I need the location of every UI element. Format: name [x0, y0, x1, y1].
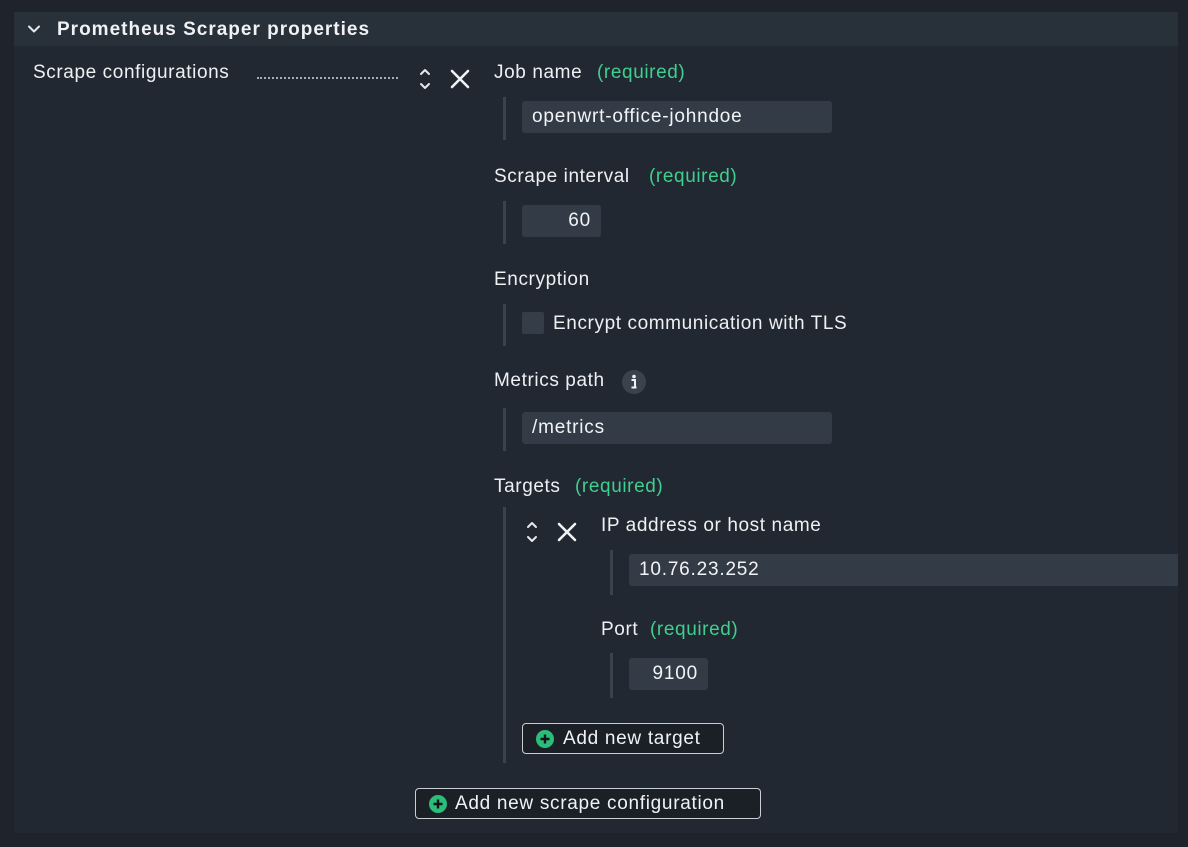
port-label: Port: [601, 619, 639, 640]
host-input[interactable]: 10.76.23.252: [629, 554, 1178, 586]
plus-circle-icon: [429, 795, 447, 813]
indent-line: [503, 201, 506, 244]
targets-required: (required): [575, 476, 664, 497]
close-icon[interactable]: [449, 68, 471, 90]
scrape-interval-input[interactable]: 60: [522, 205, 601, 237]
targets-label: Targets: [494, 476, 561, 497]
indent-line: [503, 304, 506, 346]
port-input[interactable]: 9100: [629, 658, 708, 690]
scrape-configurations-label: Scrape configurations: [33, 62, 230, 83]
plus-circle-icon: [536, 730, 554, 748]
add-new-target-label: Add new target: [563, 728, 701, 749]
metrics-path-label: Metrics path: [494, 370, 605, 391]
chevron-down-icon[interactable]: [26, 21, 42, 37]
tls-checkbox-label[interactable]: Encrypt communication with TLS: [553, 313, 847, 335]
indent-line: [503, 408, 506, 451]
add-new-target-button[interactable]: Add new target: [522, 723, 724, 754]
add-new-scrape-configuration-label: Add new scrape configuration: [455, 793, 725, 814]
port-required: (required): [650, 619, 739, 640]
info-icon[interactable]: [622, 370, 646, 394]
job-name-input[interactable]: openwrt-office-johndoe: [522, 101, 832, 133]
page: Prometheus Scraper properties Scrape con…: [0, 0, 1188, 847]
encryption-label: Encryption: [494, 269, 590, 290]
dotted-leader: [257, 75, 398, 79]
indent-line: [503, 97, 506, 140]
scraper-properties-panel: Prometheus Scraper properties Scrape con…: [14, 12, 1178, 833]
move-icon[interactable]: [417, 66, 433, 92]
panel-title: Prometheus Scraper properties: [57, 19, 371, 40]
job-name-label: Job name: [494, 62, 583, 83]
close-icon[interactable]: [556, 521, 578, 543]
move-icon[interactable]: [524, 519, 540, 545]
host-label: IP address or host name: [601, 515, 822, 536]
job-name-required: (required): [597, 62, 686, 83]
add-new-scrape-configuration-button[interactable]: Add new scrape configuration: [415, 788, 761, 819]
indent-line: [610, 550, 613, 595]
scrape-interval-label: Scrape interval: [494, 166, 630, 187]
tls-checkbox[interactable]: [522, 312, 544, 334]
indent-line: [610, 653, 613, 698]
metrics-path-input[interactable]: /metrics: [522, 412, 832, 444]
scrape-interval-required: (required): [649, 166, 738, 187]
indent-line: [503, 507, 506, 763]
panel-header[interactable]: Prometheus Scraper properties: [14, 12, 1178, 46]
